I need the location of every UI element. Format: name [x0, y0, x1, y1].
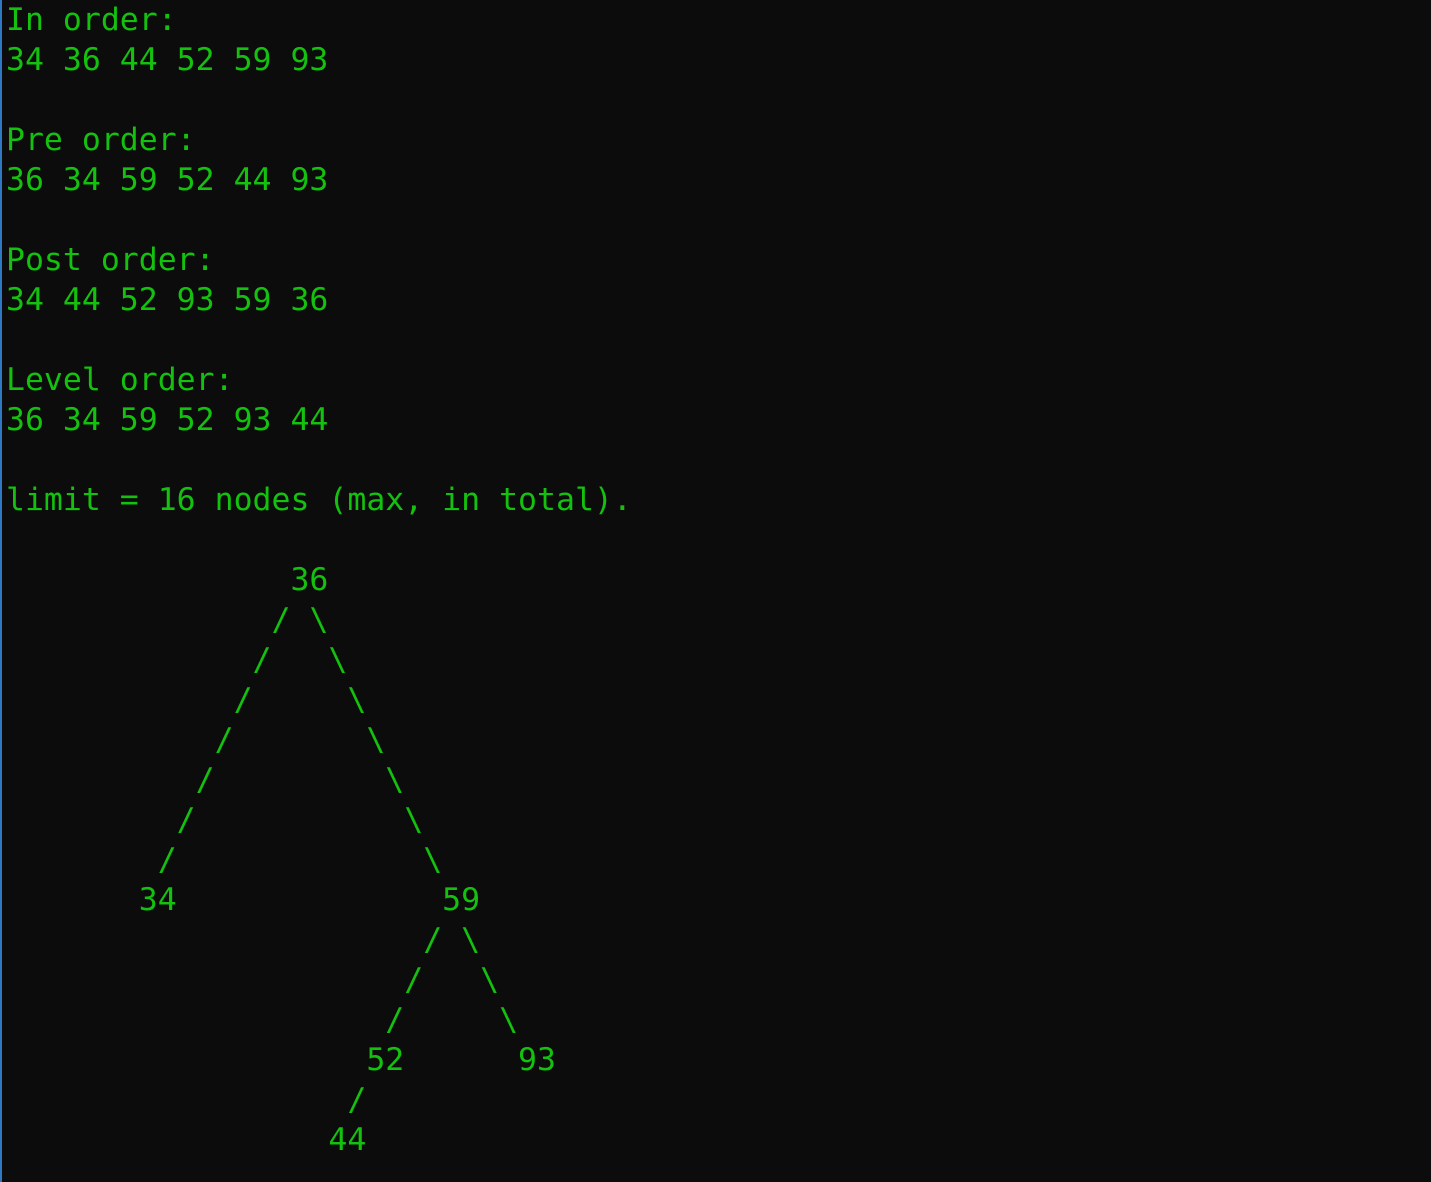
tree-line: / \: [6, 762, 405, 798]
tree-line: / \: [6, 602, 329, 638]
tree-line: 44: [6, 1122, 367, 1158]
tree-line: / \: [6, 1002, 519, 1038]
terminal-window[interactable]: In order: 34 36 44 52 59 93 Pre order: 3…: [0, 0, 1431, 1182]
tree-line: / \: [6, 642, 348, 678]
postorder-label: Post order:: [6, 242, 215, 278]
levelorder-values: 36 34 59 52 93 44: [6, 402, 329, 438]
preorder-label: Pre order:: [6, 122, 196, 158]
tree-line: / \: [6, 722, 386, 758]
tree-line: / \: [6, 962, 500, 998]
tree-line: 52 93: [6, 1042, 556, 1078]
tree-line: / \: [6, 842, 443, 878]
tree-line: / \: [6, 682, 367, 718]
tree-line: 36: [6, 562, 329, 598]
inorder-values: 34 36 44 52 59 93: [6, 42, 329, 78]
limit-text: limit = 16 nodes (max, in total).: [6, 482, 632, 518]
postorder-values: 34 44 52 93 59 36: [6, 282, 329, 318]
inorder-label: In order:: [6, 2, 177, 38]
tree-line: /: [6, 1082, 367, 1118]
preorder-values: 36 34 59 52 44 93: [6, 162, 329, 198]
tree-line: / \: [6, 922, 481, 958]
tree-line: / \: [6, 802, 424, 838]
levelorder-label: Level order:: [6, 362, 234, 398]
tree-line: 34 59: [6, 882, 481, 918]
